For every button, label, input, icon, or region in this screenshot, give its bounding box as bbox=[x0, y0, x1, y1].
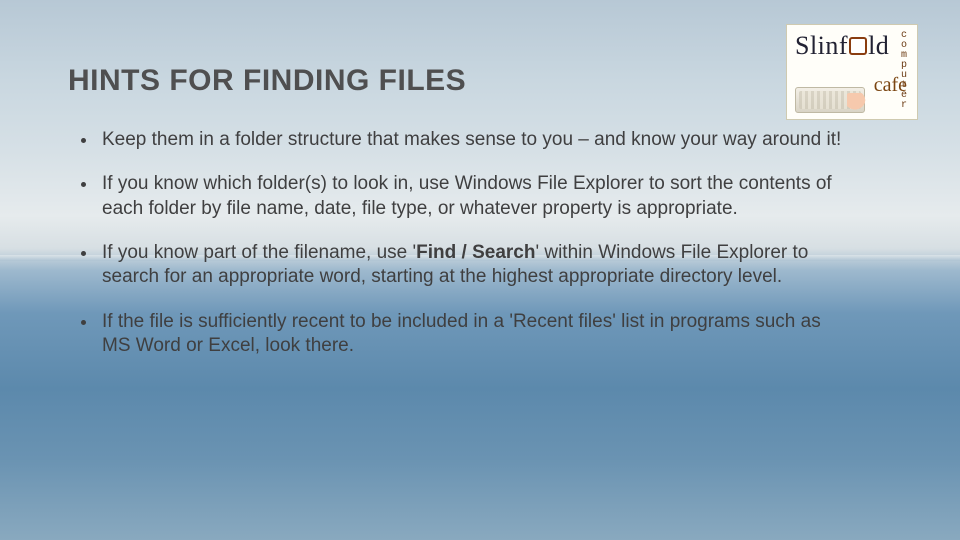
list-item: Keep them in a folder structure that mak… bbox=[98, 128, 848, 152]
slide-title: HINTS FOR FINDING FILES bbox=[68, 64, 466, 98]
bullet-text: If you know part of the filename, use ' bbox=[102, 242, 416, 263]
bullet-text: Keep them in a folder structure that mak… bbox=[102, 129, 841, 150]
logo-word-part1: Slinf bbox=[795, 31, 848, 60]
logo-wordmark: Slinfld bbox=[795, 31, 889, 61]
bullet-list: Keep them in a folder structure that mak… bbox=[78, 128, 848, 378]
list-item: If you know part of the filename, use 'F… bbox=[98, 241, 848, 290]
slide-background: HINTS FOR FINDING FILES Keep them in a f… bbox=[0, 0, 960, 540]
logo-word-part2: ld bbox=[868, 31, 889, 60]
logo-o-icon bbox=[849, 37, 867, 55]
list-item: If you know which folder(s) to look in, … bbox=[98, 172, 848, 221]
bullet-text: If the file is sufficiently recent to be… bbox=[102, 311, 821, 356]
logo-script: cafe bbox=[874, 74, 907, 97]
slinfold-logo: Slinfld computer cafe bbox=[786, 24, 918, 120]
list-item: If the file is sufficiently recent to be… bbox=[98, 310, 848, 359]
hand-icon bbox=[847, 93, 867, 111]
bullet-bold: Find / Search bbox=[416, 242, 535, 263]
bullet-text: If you know which folder(s) to look in, … bbox=[102, 173, 832, 218]
logo-vertical-text: computer bbox=[901, 31, 907, 111]
